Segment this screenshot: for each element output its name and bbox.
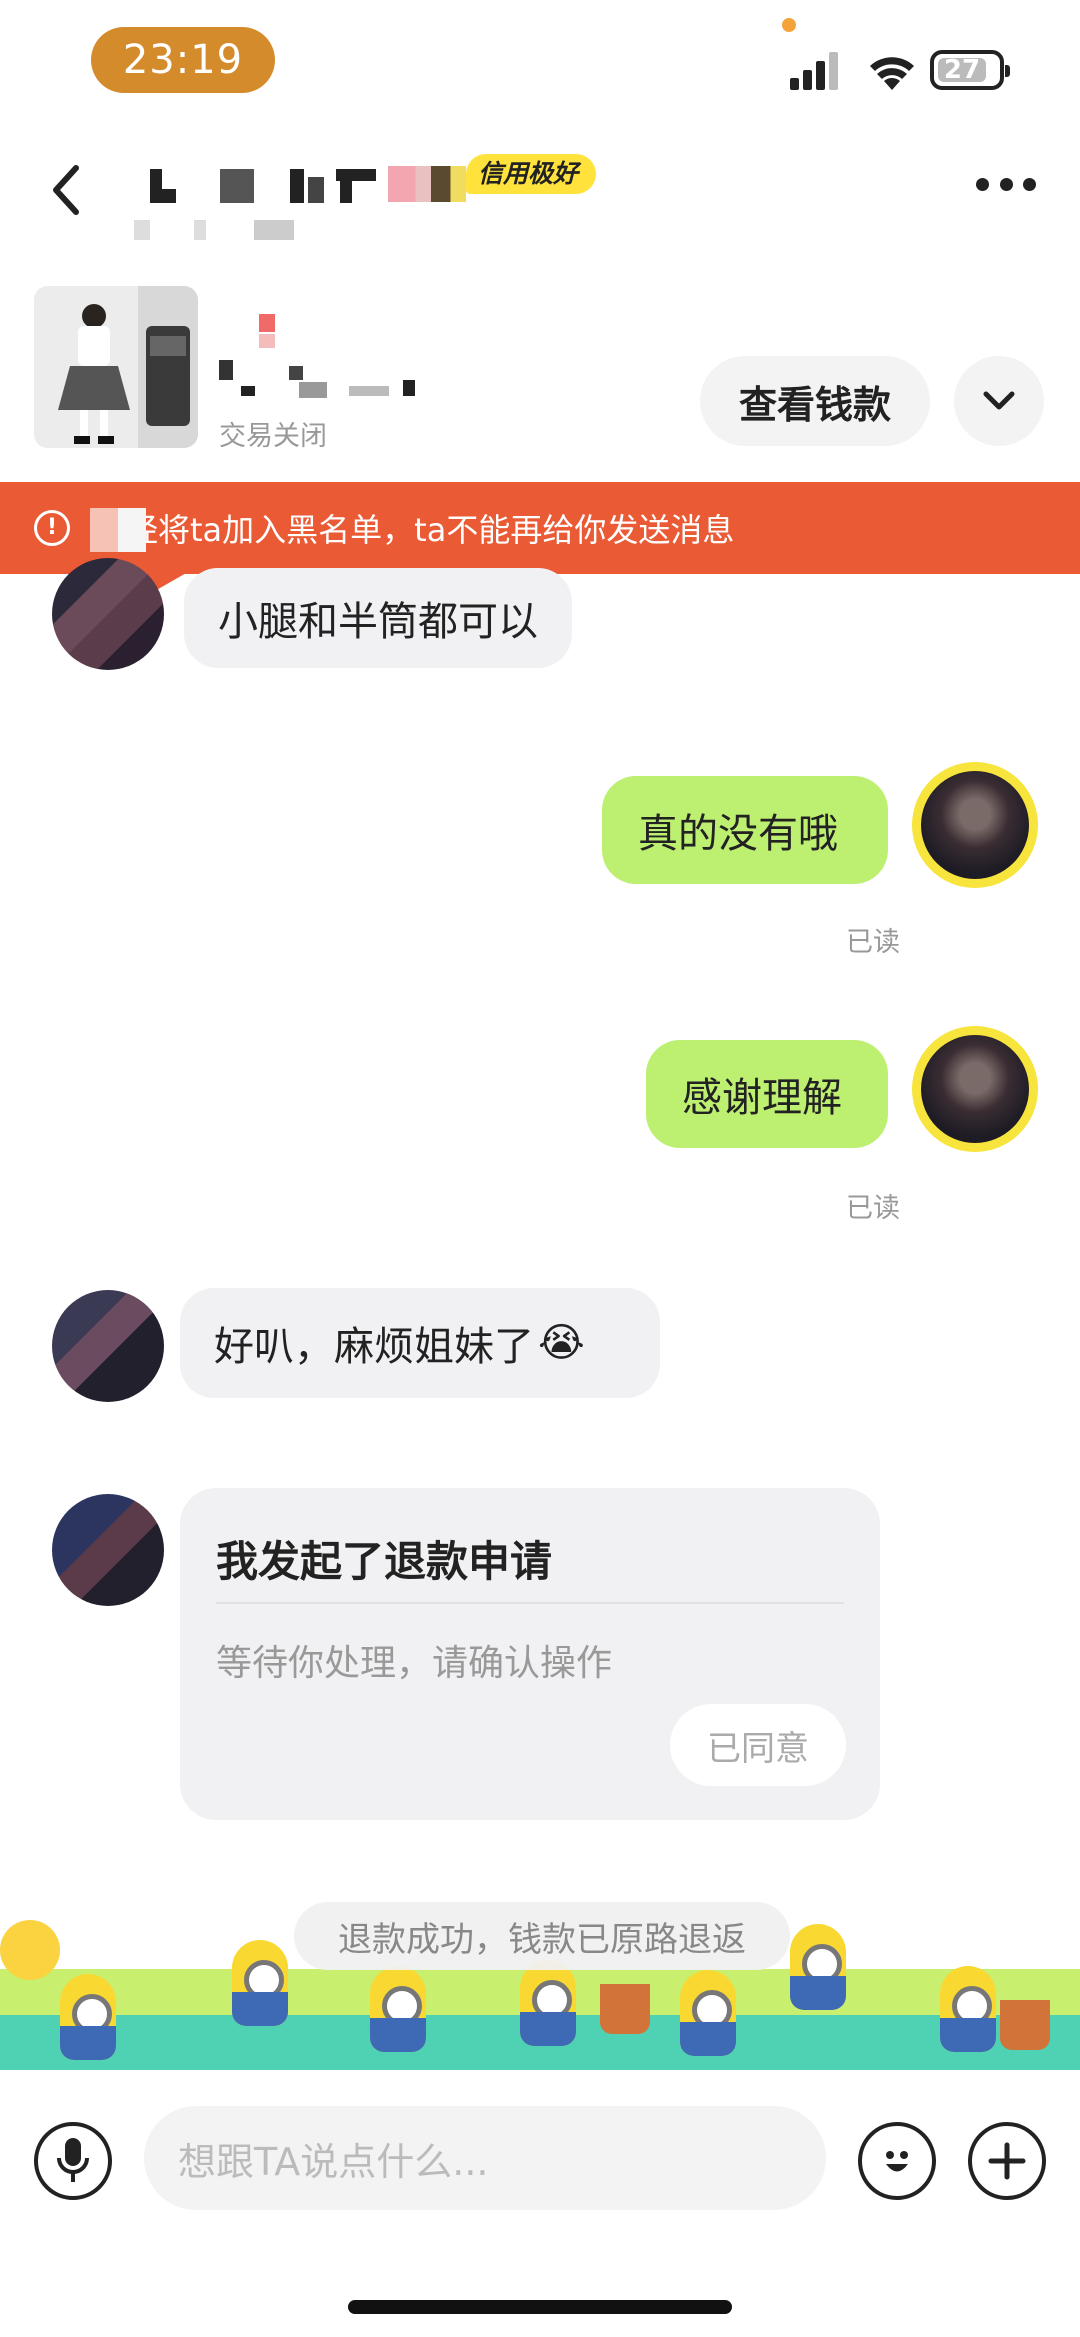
status-time: 23:19 (91, 27, 275, 93)
product-thumbnail[interactable] (34, 286, 198, 448)
battery-icon: 27 (930, 50, 1010, 90)
contact-avatar-pixelated (388, 166, 466, 202)
my-avatar[interactable] (912, 1026, 1038, 1152)
contact-subtitle-redacted (134, 220, 334, 240)
system-tip: 退款成功，钱款已原路退返 (294, 1902, 790, 1970)
refund-request-card[interactable]: 我发起了退款申请 等待你处理，请确认操作 已同意 (180, 1488, 880, 1820)
message-bubble[interactable]: 好叭，麻烦姐妹了 😭 (180, 1288, 660, 1398)
contact-name-redacted (140, 165, 380, 205)
mic-icon (57, 2138, 89, 2182)
read-status: 已读 (846, 1193, 900, 1224)
credit-badge: 信用极好 (466, 154, 597, 194)
expand-button[interactable] (954, 356, 1044, 446)
voice-button[interactable] (34, 2122, 112, 2200)
view-money-button[interactable]: 查看钱款 (700, 356, 930, 446)
contact-avatar[interactable] (52, 558, 164, 670)
flowerpot-icon (600, 1984, 650, 2034)
message-bubble[interactable]: 小腿和半筒都可以 (184, 568, 572, 668)
sun-icon (0, 1920, 60, 1980)
more-icon[interactable] (976, 178, 1036, 198)
emoji-icon (886, 2151, 908, 2172)
contact-avatar[interactable] (52, 1290, 164, 1402)
back-chevron-icon[interactable] (44, 160, 94, 220)
agreed-button[interactable]: 已同意 (670, 1704, 846, 1786)
home-indicator[interactable] (348, 2300, 732, 2314)
refund-card-subtitle: 等待你处理，请确认操作 (216, 1643, 613, 1684)
blacklist-banner: ! 经将ta加入黑名单，ta不能再给你发送消息 (0, 482, 1080, 574)
divider (216, 1602, 844, 1604)
message-bubble[interactable]: 真的没有哦 (602, 776, 888, 884)
contact-avatar[interactable] (52, 1494, 164, 1606)
minion-decoration-strip (0, 1920, 1080, 2070)
chevron-down-icon (983, 391, 1015, 410)
message-text: 好叭，麻烦姐妹了 (214, 1324, 534, 1370)
refund-card-title: 我发起了退款申请 (216, 1537, 553, 1586)
flowerpot-icon (1000, 2000, 1050, 2050)
crying-emoji: 😭 (538, 1320, 585, 1366)
recording-dot (782, 18, 796, 32)
product-status-tag: 交易关闭 (219, 421, 327, 452)
battery-level: 27 (938, 57, 986, 83)
my-avatar[interactable] (912, 762, 1038, 888)
banner-name-redacted (90, 508, 146, 552)
message-bubble[interactable]: 感谢理解 (646, 1040, 888, 1148)
plus-icon (988, 2142, 1026, 2180)
banner-text: 经将ta加入黑名单，ta不能再给你发送消息 (126, 511, 735, 549)
plus-button[interactable] (968, 2122, 1046, 2200)
wifi-icon (870, 57, 914, 90)
product-title-redacted (219, 310, 439, 410)
emoji-button[interactable] (858, 2122, 936, 2200)
message-input[interactable]: 想跟TA说点什么... (144, 2106, 826, 2210)
warning-icon: ! (34, 510, 70, 546)
read-status: 已读 (846, 927, 900, 958)
cellular-signal-icon (790, 52, 838, 90)
